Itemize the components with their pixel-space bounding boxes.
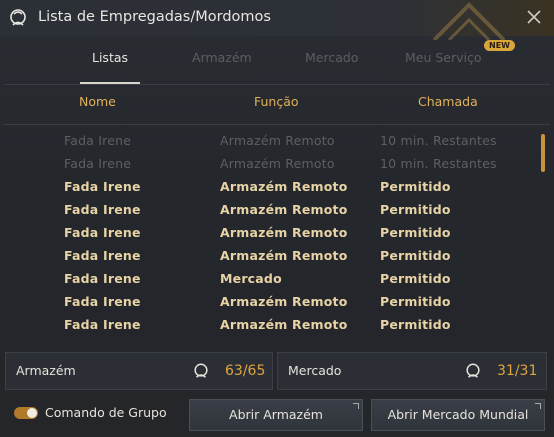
title-decoration: [432, 2, 506, 40]
corner-arrow-icon: [535, 403, 541, 409]
list-item[interactable]: Fada Irene Armazém Remoto Permitido: [0, 314, 540, 336]
list-item[interactable]: Fada Irene Armazém Remoto Permitido: [0, 222, 540, 244]
column-header-name: Nome: [79, 94, 116, 109]
maid-call-status: 10 min. Restantes: [380, 156, 497, 171]
maid-name: Fada Irene: [64, 225, 141, 240]
list-item[interactable]: Fada Irene Armazém Remoto Permitido: [0, 291, 540, 313]
toggle-knob: [27, 408, 37, 418]
tab-listas[interactable]: Listas: [92, 50, 128, 65]
maid-function: Armazém Remoto: [220, 156, 335, 171]
tab-mercado[interactable]: Mercado: [305, 50, 358, 65]
tab-armazem[interactable]: Armazém: [192, 50, 252, 65]
maid-function: Mercado: [220, 271, 282, 286]
maid-function: Armazém Remoto: [220, 294, 348, 309]
maid-name: Fada Irene: [64, 156, 132, 171]
list-item[interactable]: Fada Irene Mercado Permitido: [0, 268, 540, 290]
maid-name: Fada Irene: [64, 179, 141, 194]
open-storage-button[interactable]: Abrir Armazém: [189, 399, 363, 431]
maid-function: Armazém Remoto: [220, 179, 348, 194]
list-item[interactable]: Fada Irene Armazém Remoto Permitido: [0, 176, 540, 198]
maid-list-window: Lista de Empregadas/Mordomos Listas Arma…: [0, 0, 554, 437]
divider: [4, 124, 550, 125]
maid-name: Fada Irene: [64, 202, 141, 217]
maid-function: Armazém Remoto: [220, 317, 348, 332]
column-header-function: Função: [254, 94, 299, 109]
maid-name: Fada Irene: [64, 271, 141, 286]
maid-call-status: Permitido: [380, 294, 451, 309]
storage-panel: Armazém 63/65: [5, 352, 273, 390]
open-market-button[interactable]: Abrir Mercado Mundial: [371, 399, 545, 431]
storage-label: Armazém: [16, 363, 76, 378]
maid-function: Armazém Remoto: [220, 248, 348, 263]
divider: [4, 84, 550, 85]
scrollbar-thumb[interactable]: [541, 134, 545, 172]
maid-call-status: Permitido: [380, 271, 451, 286]
storage-count: 63/65: [225, 363, 266, 379]
maid-function: Armazém Remoto: [220, 225, 348, 240]
maid-call-status: Permitido: [380, 248, 451, 263]
maid-function: Armazém Remoto: [220, 202, 348, 217]
market-panel: Mercado 31/31: [277, 352, 547, 390]
close-icon[interactable]: [526, 9, 542, 25]
new-badge: NEW: [484, 40, 515, 51]
maid-name: Fada Irene: [64, 317, 141, 332]
maid-icon: [194, 363, 208, 378]
maid-call-status: Permitido: [380, 225, 451, 240]
list-item[interactable]: Fada Irene Armazém Remoto Permitido: [0, 245, 540, 267]
tab-bar: Listas Armazém Mercado Meu Serviço: [0, 38, 554, 82]
group-command-label: Comando de Grupo: [45, 405, 167, 420]
maid-name: Fada Irene: [64, 294, 141, 309]
list-item[interactable]: Fada Irene Armazém Remoto 10 min. Restante…: [0, 153, 540, 175]
group-command-toggle[interactable]: [14, 407, 38, 419]
maid-call-status: 10 min. Restantes: [380, 133, 497, 148]
market-count: 31/31: [497, 363, 538, 379]
maid-call-status: Permitido: [380, 202, 451, 217]
tab-meu-servico[interactable]: Meu Serviço: [405, 50, 482, 65]
maid-call-status: Permitido: [380, 317, 451, 332]
open-storage-label: Abrir Armazém: [229, 407, 323, 422]
maid-name: Fada Irene: [64, 248, 141, 263]
open-market-label: Abrir Mercado Mundial: [387, 407, 529, 422]
maid-function: Armazém Remoto: [220, 133, 335, 148]
maid-icon: [10, 9, 26, 26]
maid-icon: [466, 363, 480, 378]
window-title: Lista de Empregadas/Mordomos: [38, 9, 271, 25]
maid-name: Fada Irene: [64, 133, 132, 148]
list-item[interactable]: Fada Irene Armazém Remoto 10 min. Restante…: [0, 130, 540, 152]
maid-call-status: Permitido: [380, 179, 451, 194]
market-label: Mercado: [288, 363, 342, 378]
list-item[interactable]: Fada Irene Armazém Remoto Permitido: [0, 199, 540, 221]
column-header-call: Chamada: [418, 94, 478, 109]
title-bar: Lista de Empregadas/Mordomos: [0, 0, 554, 40]
corner-arrow-icon: [353, 403, 359, 409]
